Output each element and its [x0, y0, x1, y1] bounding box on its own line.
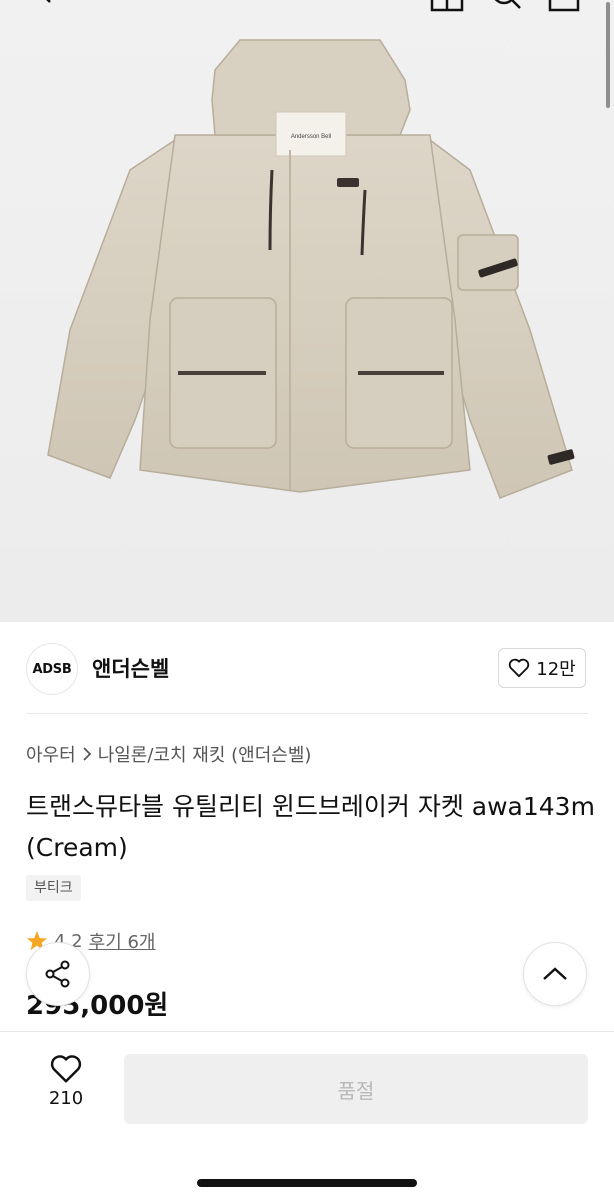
breadcrumb-subcategory[interactable]: 나일론/코치 재킷 (앤더슨벨) — [98, 741, 312, 767]
wish-button[interactable]: 210 — [30, 1054, 102, 1109]
soldout-button[interactable]: 품절 — [124, 1054, 588, 1124]
wish-count: 210 — [48, 1088, 84, 1109]
divider — [26, 713, 588, 714]
boutique-badge: 부티크 — [26, 875, 81, 901]
heart-icon — [50, 1055, 82, 1083]
brand-row: ADSB 앤더슨벨 12만 — [0, 622, 614, 712]
brand-avatar-text: ADSB — [32, 661, 72, 677]
review-link[interactable]: 후기 6개 — [89, 928, 156, 954]
brand-avatar[interactable]: ADSB — [26, 643, 78, 695]
bottom-action-bar: 210 품절 — [0, 1031, 614, 1201]
chevron-up-icon — [543, 967, 567, 980]
home-indicator — [197, 1179, 417, 1187]
heart-icon — [509, 658, 530, 678]
product-title: 트랜스뮤타블 유틸리티 윈드브레이커 자켓 awa143m(Cream) — [26, 792, 595, 862]
product-image[interactable]: Andersson Bell — [0, 0, 614, 622]
jacket-illustration: Andersson Bell — [47, 39, 575, 499]
share-button[interactable] — [26, 942, 90, 1006]
brand-name[interactable]: 앤더슨벨 — [92, 653, 169, 683]
svg-text:Andersson Bell: Andersson Bell — [291, 134, 331, 140]
breadcrumb-category[interactable]: 아우터 — [26, 741, 76, 767]
share-icon — [45, 960, 70, 988]
scrollbar-thumb[interactable] — [606, 2, 610, 108]
brand-like-count: 12만 — [536, 659, 576, 680]
chevron-right-icon — [83, 747, 91, 761]
scroll-top-button[interactable] — [523, 942, 587, 1006]
breadcrumb: 아우터 나일론/코치 재킷 (앤더슨벨) — [26, 741, 311, 767]
brand-like-button[interactable]: 12만 — [498, 648, 586, 688]
